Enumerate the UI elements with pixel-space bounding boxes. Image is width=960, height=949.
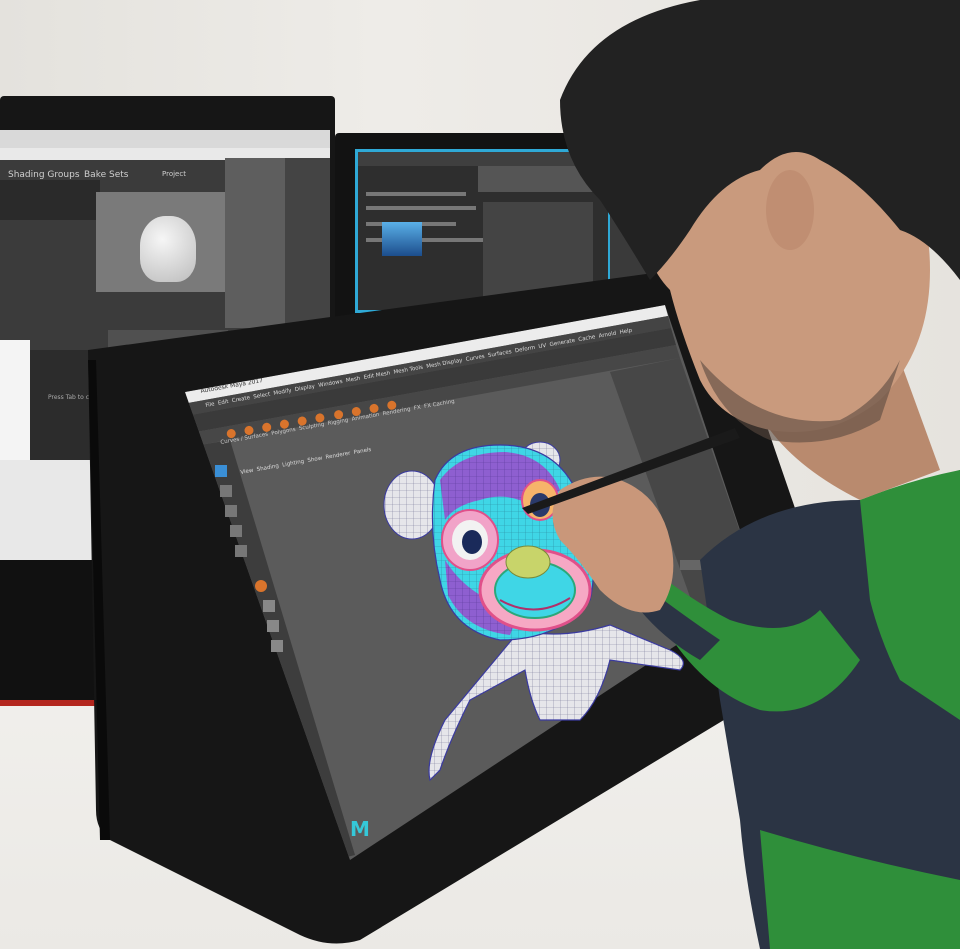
artist	[522, 0, 960, 949]
photo-scene: Shading Groups Bake Sets Project Press T…	[0, 0, 960, 949]
ear	[766, 170, 814, 250]
